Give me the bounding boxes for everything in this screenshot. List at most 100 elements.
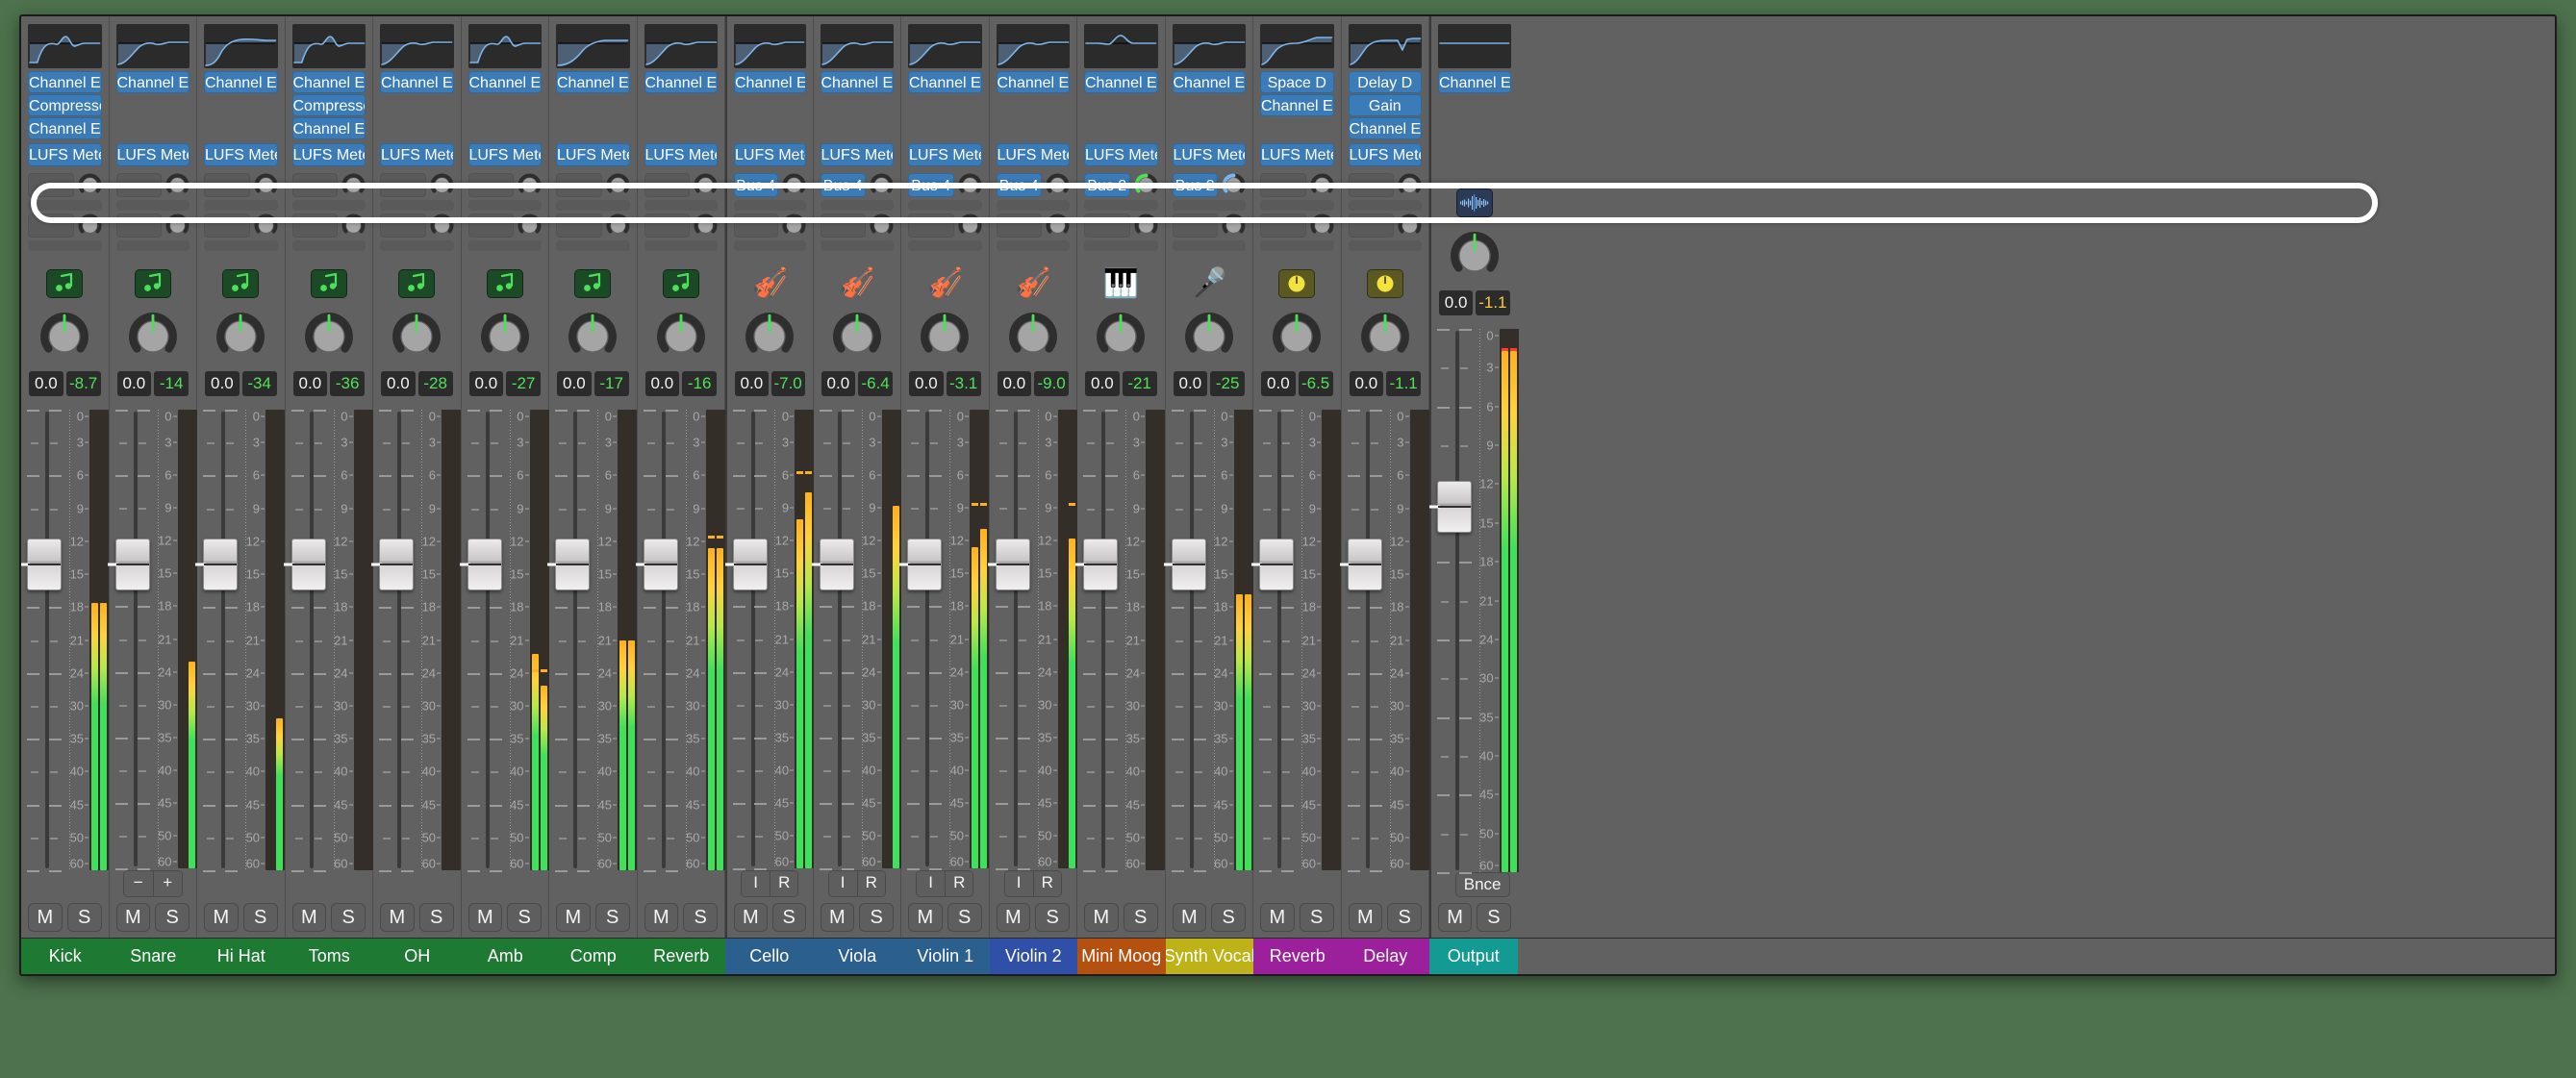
volume-fader[interactable] xyxy=(1075,410,1119,872)
send-destination-empty[interactable] xyxy=(115,213,162,238)
send-secondary-slot[interactable] xyxy=(1348,240,1422,251)
send-secondary-slot[interactable] xyxy=(467,240,542,251)
plugin-slot-empty[interactable] xyxy=(734,94,806,116)
mute-button[interactable]: M xyxy=(467,903,503,932)
send-level-knob[interactable] xyxy=(78,213,102,238)
send-level-knob[interactable] xyxy=(518,213,542,238)
send-secondary-slot[interactable] xyxy=(556,240,630,251)
input-button[interactable]: I xyxy=(1004,871,1033,896)
send-destination[interactable]: Bus 4 xyxy=(996,173,1042,197)
eq-curve-thumbnail[interactable] xyxy=(1172,24,1246,68)
send-destination-empty[interactable] xyxy=(291,213,338,238)
send-destination-empty[interactable] xyxy=(1084,213,1130,238)
music-note-icon[interactable] xyxy=(222,269,260,298)
send-secondary-slot[interactable] xyxy=(734,240,806,251)
send-secondary-slot[interactable] xyxy=(996,240,1070,251)
eq-curve-thumbnail[interactable] xyxy=(734,24,806,68)
plugin-slot-empty[interactable] xyxy=(644,94,719,116)
music-note-icon[interactable] xyxy=(574,269,612,298)
input-button[interactable]: I xyxy=(742,871,770,896)
send-destination[interactable]: Bus 2 xyxy=(1084,173,1130,197)
plugin-slot-empty[interactable] xyxy=(821,117,895,139)
send-destination-empty[interactable] xyxy=(204,213,250,238)
record-button[interactable]: R xyxy=(856,871,885,896)
track-name[interactable]: OH xyxy=(373,939,462,974)
pan-value[interactable]: 0.0 xyxy=(735,371,769,396)
send-destination-empty[interactable] xyxy=(380,213,426,238)
send-destination[interactable]: Bus 4 xyxy=(908,173,954,197)
eq-curve-thumbnail[interactable] xyxy=(1438,24,1511,68)
knob-icon[interactable] xyxy=(1278,269,1316,298)
pan-value[interactable]: 0.0 xyxy=(205,371,240,396)
plugin-slot-empty[interactable] xyxy=(204,117,278,139)
pan-value[interactable]: 0.0 xyxy=(468,371,504,396)
send-secondary-slot[interactable] xyxy=(204,240,278,251)
eq-curve-thumbnail[interactable] xyxy=(291,24,366,68)
lufs-meter-slot[interactable]: LUFS Meter xyxy=(996,143,1070,166)
pan-knob[interactable] xyxy=(1253,312,1341,367)
record-button[interactable]: R xyxy=(1032,871,1061,896)
lufs-meter-slot[interactable]: LUFS Meter xyxy=(820,143,894,166)
plugin-slot-empty[interactable] xyxy=(116,94,190,116)
lufs-meter-slot[interactable]: LUFS Meter xyxy=(291,143,366,166)
send-destination-empty[interactable] xyxy=(291,173,338,197)
send-level-knob[interactable] xyxy=(341,213,366,238)
eq-curve-thumbnail[interactable] xyxy=(204,24,278,68)
lufs-meter-slot[interactable]: LUFS Meter xyxy=(734,143,806,166)
send-destination-empty[interactable] xyxy=(1172,213,1218,238)
volume-fader[interactable] xyxy=(283,410,326,872)
track-name[interactable]: Toms xyxy=(285,939,373,974)
mute-button[interactable]: M xyxy=(1348,903,1383,932)
send-level-knob[interactable] xyxy=(254,173,278,197)
solo-button[interactable]: S xyxy=(1123,903,1158,932)
plugin-slot-empty[interactable] xyxy=(1438,143,1511,166)
plugin-slot-empty[interactable] xyxy=(734,117,806,139)
send-level-knob[interactable] xyxy=(1310,173,1334,197)
track-name[interactable]: Reverb xyxy=(1253,939,1342,974)
send-secondary-slot[interactable] xyxy=(1172,200,1246,211)
plugin-slot[interactable]: Space D xyxy=(1260,71,1334,93)
pan-value[interactable]: 0.0 xyxy=(997,371,1032,396)
send-secondary-slot[interactable] xyxy=(380,200,454,211)
send-destination-empty[interactable] xyxy=(644,173,690,197)
solo-button[interactable]: S xyxy=(947,903,982,932)
volume-value[interactable]: -17 xyxy=(593,371,629,396)
cellos-icon[interactable]: 🎻 xyxy=(839,269,874,298)
lufs-meter-slot[interactable]: LUFS Meter xyxy=(380,143,454,166)
send-destination-empty[interactable] xyxy=(734,213,778,238)
plugin-slot-empty[interactable] xyxy=(1438,117,1511,139)
send-secondary-slot[interactable] xyxy=(734,200,806,211)
track-name[interactable]: Viola xyxy=(813,939,901,974)
pan-knob[interactable] xyxy=(638,312,725,367)
send-secondary-slot[interactable] xyxy=(28,240,102,251)
plugin-slot-empty[interactable] xyxy=(821,94,895,116)
plugin-slot-empty[interactable] xyxy=(1438,94,1511,116)
lufs-meter-slot[interactable]: LUFS Meter xyxy=(1084,143,1158,166)
send-level-knob[interactable] xyxy=(341,173,366,197)
eq-curve-thumbnail[interactable] xyxy=(1084,24,1158,68)
send-level-knob[interactable] xyxy=(165,173,189,197)
pan-knob[interactable] xyxy=(373,312,461,367)
send-secondary-slot[interactable] xyxy=(820,240,894,251)
music-note-icon[interactable] xyxy=(486,269,523,298)
volume-value[interactable]: -1.1 xyxy=(1476,290,1510,315)
track-name[interactable]: Cello xyxy=(725,939,814,974)
pan-value[interactable]: 0.0 xyxy=(557,371,592,396)
send-destination[interactable]: Bus 2 xyxy=(1172,173,1218,197)
pan-knob[interactable] xyxy=(814,312,901,367)
send-secondary-slot[interactable] xyxy=(556,200,630,211)
send-level-knob[interactable] xyxy=(870,173,894,197)
plugin-slot[interactable]: Compressor xyxy=(28,94,102,116)
send-level-knob[interactable] xyxy=(254,213,278,238)
send-destination-empty[interactable] xyxy=(556,213,602,238)
plugin-slot-empty[interactable] xyxy=(556,94,630,116)
pan-knob[interactable] xyxy=(727,312,813,367)
solo-button[interactable]: S xyxy=(242,903,278,932)
send-secondary-slot[interactable] xyxy=(908,240,982,251)
send-level-knob[interactable] xyxy=(694,173,718,197)
send-destination-empty[interactable] xyxy=(556,173,602,197)
send-secondary-slot[interactable] xyxy=(1084,200,1158,211)
volume-value[interactable]: -25 xyxy=(1210,371,1245,396)
send-level-knob[interactable] xyxy=(430,173,454,197)
lufs-meter-slot[interactable]: LUFS Meter xyxy=(908,143,982,166)
